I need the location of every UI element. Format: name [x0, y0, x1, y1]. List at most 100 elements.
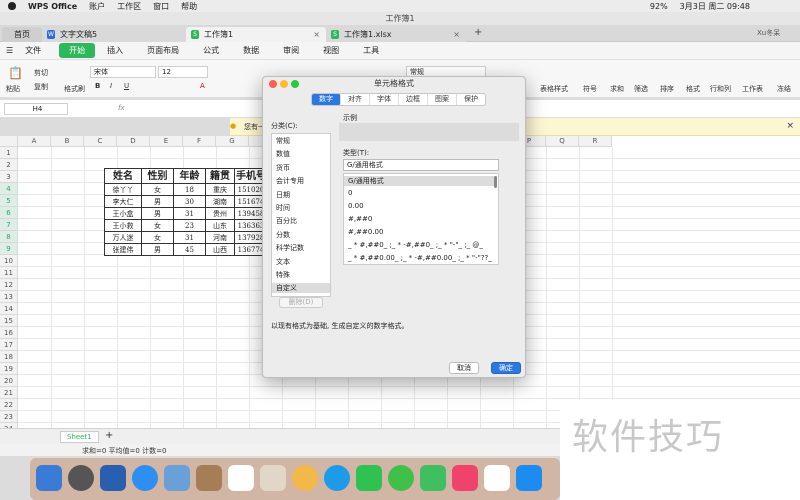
- menu-window[interactable]: 窗口: [153, 1, 169, 12]
- tab-workbook1[interactable]: S 工作簿1 ×: [186, 27, 326, 42]
- table-cell[interactable]: 山西: [205, 243, 235, 256]
- menu-icon[interactable]: ☰: [0, 46, 25, 55]
- table-header-cell[interactable]: 性别: [141, 168, 174, 184]
- tab-home[interactable]: 首页: [2, 27, 42, 42]
- type-list[interactable]: G/通用格式 0 0.00 #,##0 #,##0.00 _ * #,##0_ ;_ * …: [343, 173, 499, 265]
- tab-start[interactable]: 开始: [59, 43, 96, 58]
- row-header[interactable]: 21: [0, 387, 18, 399]
- table-style-button[interactable]: 表格样式: [540, 84, 568, 94]
- category-item[interactable]: 百分比: [276, 216, 297, 226]
- table-cell[interactable]: 45: [173, 243, 206, 256]
- delete-button[interactable]: 删除(D): [279, 297, 323, 308]
- calendar-icon[interactable]: [228, 465, 254, 491]
- category-item[interactable]: 科学记数: [276, 243, 304, 253]
- column-header[interactable]: D: [117, 136, 150, 147]
- tab-workbook1-xlsx[interactable]: S 工作簿1.xlsx ×: [326, 27, 466, 42]
- add-sheet-button[interactable]: +: [105, 430, 113, 441]
- type-input[interactable]: G/通用格式: [343, 159, 499, 171]
- row-header[interactable]: 22: [0, 399, 18, 411]
- row-header[interactable]: 12: [0, 279, 18, 291]
- worksheet-button[interactable]: 工作表: [742, 84, 763, 94]
- sheet-tab-sheet1[interactable]: Sheet1: [60, 431, 99, 443]
- app-name-menu[interactable]: WPS Office: [28, 2, 77, 11]
- tab-view[interactable]: 视图: [311, 45, 351, 56]
- tab-protection[interactable]: 保护: [457, 94, 485, 105]
- row-col-button[interactable]: 行和列: [710, 84, 731, 94]
- row-header[interactable]: 1: [0, 147, 18, 159]
- column-header[interactable]: B: [51, 136, 84, 147]
- category-item[interactable]: 会计专用: [276, 176, 304, 186]
- row-header[interactable]: 14: [0, 303, 18, 315]
- photos-icon[interactable]: [292, 465, 318, 491]
- type-item[interactable]: G/通用格式: [344, 176, 494, 186]
- column-header[interactable]: R: [579, 136, 612, 147]
- menu-help[interactable]: 帮助: [181, 1, 197, 12]
- row-header[interactable]: 10: [0, 255, 18, 267]
- row-header[interactable]: 13: [0, 291, 18, 303]
- type-item[interactable]: 0.00: [348, 202, 364, 210]
- column-header[interactable]: F: [183, 136, 216, 147]
- bold-icon[interactable]: B: [95, 82, 100, 90]
- user-name[interactable]: Xu冬呆: [757, 28, 780, 38]
- tab-formula[interactable]: 公式: [191, 45, 231, 56]
- textedit-icon[interactable]: [484, 465, 510, 491]
- type-item[interactable]: _ * #,##0.00_ ;_ * -#,##0.00_ ;_ * "-"??…: [348, 254, 492, 262]
- tab-number[interactable]: 数字: [312, 94, 341, 105]
- tab-doc[interactable]: W 文字文稿5: [42, 27, 186, 42]
- row-header[interactable]: 6: [0, 207, 18, 219]
- freeze-button[interactable]: 冻结: [777, 84, 791, 94]
- cancel-button[interactable]: 取消: [449, 362, 479, 374]
- row-header[interactable]: 17: [0, 339, 18, 351]
- tab-tools[interactable]: 工具: [351, 45, 391, 56]
- category-item[interactable]: 分数: [276, 230, 290, 240]
- category-item[interactable]: 日期: [276, 190, 290, 200]
- table-cell[interactable]: 男: [141, 243, 174, 256]
- category-item[interactable]: 常规: [276, 136, 290, 146]
- column-header[interactable]: Q: [546, 136, 579, 147]
- table-header-cell[interactable]: 年龄: [173, 168, 206, 184]
- close-icon[interactable]: ×: [453, 27, 460, 42]
- tab-review[interactable]: 审阅: [271, 45, 311, 56]
- column-header[interactable]: G: [216, 136, 249, 147]
- tab-page-layout[interactable]: 页面布局: [135, 45, 191, 56]
- app-store-icon[interactable]: [516, 465, 542, 491]
- finder-icon[interactable]: [36, 465, 62, 491]
- row-header[interactable]: 11: [0, 267, 18, 279]
- tab-data[interactable]: 数据: [231, 45, 271, 56]
- table-header-cell[interactable]: 籍贯: [205, 168, 235, 184]
- copy-button[interactable]: 复制: [34, 82, 48, 92]
- category-item[interactable]: 时间: [276, 203, 290, 213]
- cut-button[interactable]: 剪切: [34, 68, 48, 78]
- tab-pattern[interactable]: 图案: [428, 94, 457, 105]
- row-header[interactable]: 7: [0, 219, 18, 231]
- select-all-corner[interactable]: [0, 136, 18, 147]
- facetime-icon[interactable]: [356, 465, 382, 491]
- wechat-icon[interactable]: [388, 465, 414, 491]
- apple-icon[interactable]: [8, 2, 16, 10]
- row-header[interactable]: 20: [0, 375, 18, 387]
- close-icon[interactable]: ×: [313, 27, 320, 42]
- italic-icon[interactable]: I: [110, 82, 112, 90]
- ok-button[interactable]: 确定: [491, 362, 521, 374]
- preview-icon[interactable]: [164, 465, 190, 491]
- close-icon[interactable]: ×: [786, 121, 794, 131]
- font-size-select[interactable]: 12: [158, 66, 208, 78]
- font-name-select[interactable]: 宋体: [90, 66, 156, 78]
- format-button[interactable]: 格式: [686, 84, 700, 94]
- row-header[interactable]: 15: [0, 315, 18, 327]
- table-header-cell[interactable]: 姓名: [104, 168, 142, 184]
- siri-icon[interactable]: [100, 465, 126, 491]
- sort-button[interactable]: 排序: [660, 84, 674, 94]
- paste-button[interactable]: 粘贴: [6, 84, 20, 94]
- music-icon[interactable]: [452, 465, 478, 491]
- category-item[interactable]: 自定义: [272, 283, 330, 294]
- tab-insert[interactable]: 插入: [95, 45, 135, 56]
- notes-icon[interactable]: [196, 465, 222, 491]
- type-item[interactable]: _ * #,##0_ ;_ * -#,##0_ ;_ * "-"_ ;_ @_: [348, 241, 483, 249]
- column-header[interactable]: A: [18, 136, 51, 147]
- menu-account[interactable]: 账户: [89, 1, 105, 12]
- tab-alignment[interactable]: 对齐: [341, 94, 370, 105]
- type-item[interactable]: #,##0: [348, 215, 372, 223]
- category-item[interactable]: 数值: [276, 149, 290, 159]
- wps-icon[interactable]: [420, 465, 446, 491]
